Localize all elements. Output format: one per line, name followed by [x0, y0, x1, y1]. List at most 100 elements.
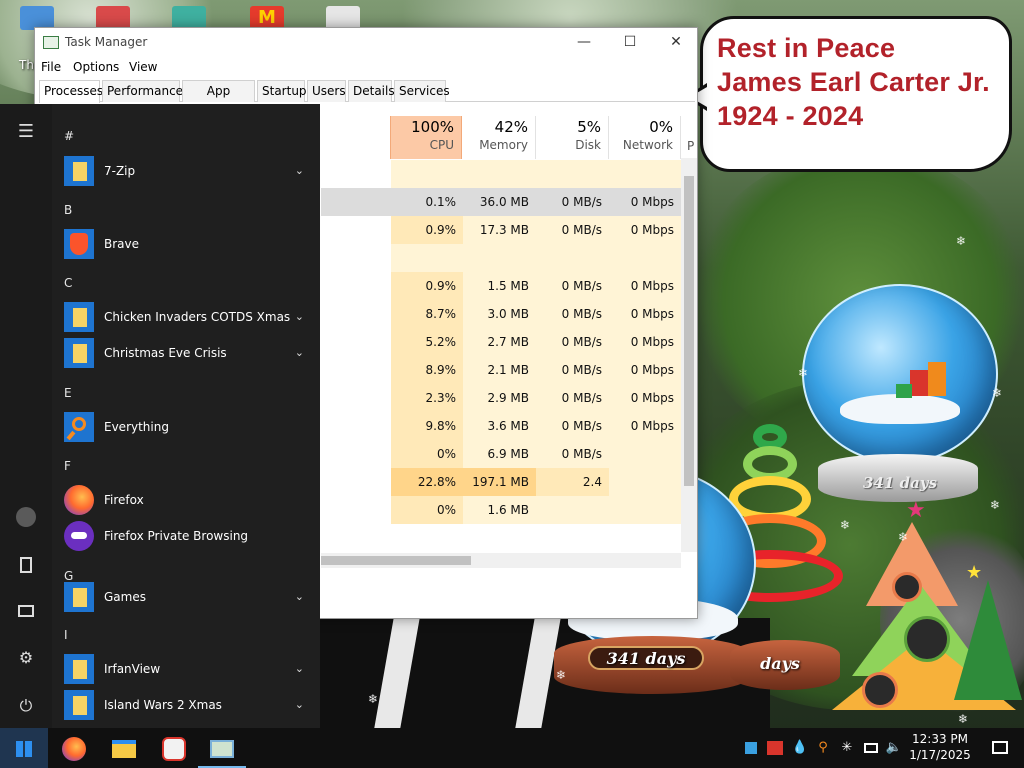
cell-cpu: 0%	[391, 496, 463, 524]
column-header-disk[interactable]: 5% Disk	[536, 116, 609, 159]
app-chicken-invaders[interactable]: Chicken Invaders COTDS Xmas ⌄	[62, 300, 312, 334]
cell-net: 0 Mbps	[630, 195, 674, 209]
menu-view[interactable]: View	[129, 60, 157, 74]
section-letter[interactable]: #	[64, 129, 74, 143]
start-button[interactable]	[0, 728, 48, 768]
menu-file[interactable]: File	[41, 60, 61, 74]
close-button[interactable]: ✕	[653, 28, 699, 58]
process-row[interactable]: 0.9% 1.5 MB 0 MB/s 0 Mbps	[321, 272, 681, 300]
cell-disk: 0 MB/s	[536, 272, 609, 300]
process-row[interactable]: 9.8% 3.6 MB 0 MB/s 0 Mbps	[321, 412, 681, 440]
tray-search[interactable]: ⚲	[812, 728, 834, 768]
app-games[interactable]: Games ⌄	[62, 580, 312, 614]
section-letter[interactable]: F	[64, 459, 71, 473]
user-account-button[interactable]	[0, 496, 52, 536]
process-row[interactable]: 8.9% 2.1 MB 0 MB/s 0 Mbps	[321, 356, 681, 384]
column-header-memory[interactable]: 42% Memory	[463, 116, 536, 159]
taskbar-chicken-invaders[interactable]	[150, 728, 198, 768]
process-row[interactable]: 8.7% 3.0 MB 0 MB/s 0 Mbps	[321, 300, 681, 328]
app-island-wars[interactable]: Island Wars 2 Xmas ⌄	[62, 688, 312, 722]
section-letter[interactable]: I	[64, 628, 68, 642]
horizontal-scrollbar[interactable]	[321, 553, 681, 568]
action-center-button[interactable]	[978, 728, 1022, 768]
tray-blue-square[interactable]	[742, 728, 760, 768]
tab-processes[interactable]: Processes	[39, 80, 103, 103]
start-menu[interactable]: ☰ ⚙ ⏻ # B C E F G I 7-Zip ⌄ Brave Chicke	[0, 104, 320, 728]
tab-users[interactable]: Users	[307, 80, 346, 102]
chevron-down-icon[interactable]: ⌄	[295, 580, 304, 614]
chevron-down-icon[interactable]: ⌄	[295, 336, 304, 370]
maximize-button[interactable]: ☐	[607, 28, 653, 58]
hamburger-menu-icon[interactable]: ☰	[0, 112, 52, 152]
gear-icon: ⚙	[18, 648, 34, 667]
documents-button[interactable]	[0, 544, 52, 584]
disk-total: 5%	[577, 118, 601, 136]
bubble-line-3: 1924 - 2024	[717, 101, 864, 131]
app-irfanview[interactable]: IrfanView ⌄	[62, 652, 312, 686]
volume-icon: 🔈	[885, 740, 903, 755]
taskbar-firefox[interactable]	[50, 728, 98, 768]
tab-startup[interactable]: Startup	[257, 80, 307, 102]
memory-total: 42%	[494, 118, 528, 136]
snowflake-icon: ❄	[556, 668, 567, 682]
settings-button[interactable]: ⚙	[0, 638, 52, 678]
process-row[interactable]: 5.2% 2.7 MB 0 MB/s 0 Mbps	[321, 328, 681, 356]
disk-label: Disk	[575, 138, 601, 152]
app-firefox[interactable]: Firefox	[62, 483, 312, 517]
clock[interactable]: 12:33 PM 1/17/2025	[906, 731, 974, 763]
power-button[interactable]: ⏻	[0, 686, 52, 726]
bubble-line-2: James Earl Carter Jr.	[717, 67, 990, 97]
app-brave[interactable]: Brave	[62, 227, 312, 261]
tab-services[interactable]: Services	[394, 80, 450, 102]
app-name: Island Wars 2 Xmas	[104, 698, 222, 712]
tray-drop[interactable]: 💧	[790, 728, 810, 768]
chevron-down-icon[interactable]: ⌄	[295, 300, 304, 334]
app-everything[interactable]: Everything	[62, 410, 312, 444]
app-firefox-private[interactable]: Firefox Private Browsing	[62, 519, 312, 553]
tab-details[interactable]: Details	[348, 80, 395, 102]
section-letter[interactable]: B	[64, 203, 72, 217]
task-manager-icon	[43, 36, 59, 49]
app-christmas-eve-crisis[interactable]: Christmas Eve Crisis ⌄	[62, 336, 312, 370]
title-bar[interactable]: Task Manager — ☐ ✕	[35, 28, 697, 58]
tray-volume[interactable]: 🔈	[884, 728, 904, 768]
section-letter[interactable]: C	[64, 276, 72, 290]
process-row[interactable]: 0.1% 36.0 MB 0 MB/s 0 Mbps	[321, 188, 681, 216]
chevron-down-icon[interactable]: ⌄	[295, 688, 304, 722]
process-row[interactable]: 0% 6.9 MB 0 MB/s	[321, 440, 681, 468]
taskbar-task-manager[interactable]	[198, 728, 246, 768]
network-label: Network	[622, 138, 673, 152]
process-row[interactable]: 2.3% 2.9 MB 0 MB/s 0 Mbps	[321, 384, 681, 412]
globe-days-label: 341 days	[863, 474, 937, 492]
tray-app[interactable]	[764, 728, 786, 768]
process-row[interactable]: 0.9% 17.3 MB 0 MB/s 0 Mbps	[321, 216, 681, 244]
menu-options[interactable]: Options	[73, 60, 119, 74]
chevron-down-icon[interactable]: ⌄	[295, 154, 304, 188]
section-letter[interactable]: E	[64, 386, 72, 400]
vertical-scrollbar[interactable]	[681, 158, 697, 552]
tray-snowflake[interactable]: ✳	[836, 728, 858, 768]
minimize-button[interactable]: —	[561, 28, 607, 58]
process-row[interactable]: 0% 1.6 MB	[321, 496, 681, 524]
pictures-button[interactable]	[0, 590, 52, 630]
taskbar-file-explorer[interactable]	[100, 728, 148, 768]
everything-search-icon	[64, 412, 94, 442]
tray-network[interactable]	[860, 728, 882, 768]
snowflake-icon: ❄	[958, 712, 969, 726]
tab-app-history[interactable]: App history	[182, 80, 255, 119]
scrollbar-thumb[interactable]	[321, 556, 471, 565]
column-header-cpu[interactable]: 100% CPU	[390, 116, 462, 159]
column-header-network[interactable]: 0% Network	[609, 116, 681, 159]
tab-performance[interactable]: Performance	[102, 80, 183, 102]
snowflake-icon: ❄	[956, 234, 967, 248]
chevron-down-icon[interactable]: ⌄	[295, 652, 304, 686]
folder-icon	[64, 654, 94, 684]
process-row[interactable]: 22.8% 197.1 MB 2.4	[321, 468, 681, 496]
process-row[interactable]	[321, 244, 681, 272]
cell-disk	[536, 160, 609, 188]
cell-net: 0 Mbps	[609, 356, 681, 384]
scrollbar-thumb[interactable]	[684, 176, 694, 486]
process-row[interactable]	[321, 160, 681, 188]
firefox-icon	[64, 485, 94, 515]
app-7zip[interactable]: 7-Zip ⌄	[62, 154, 312, 188]
